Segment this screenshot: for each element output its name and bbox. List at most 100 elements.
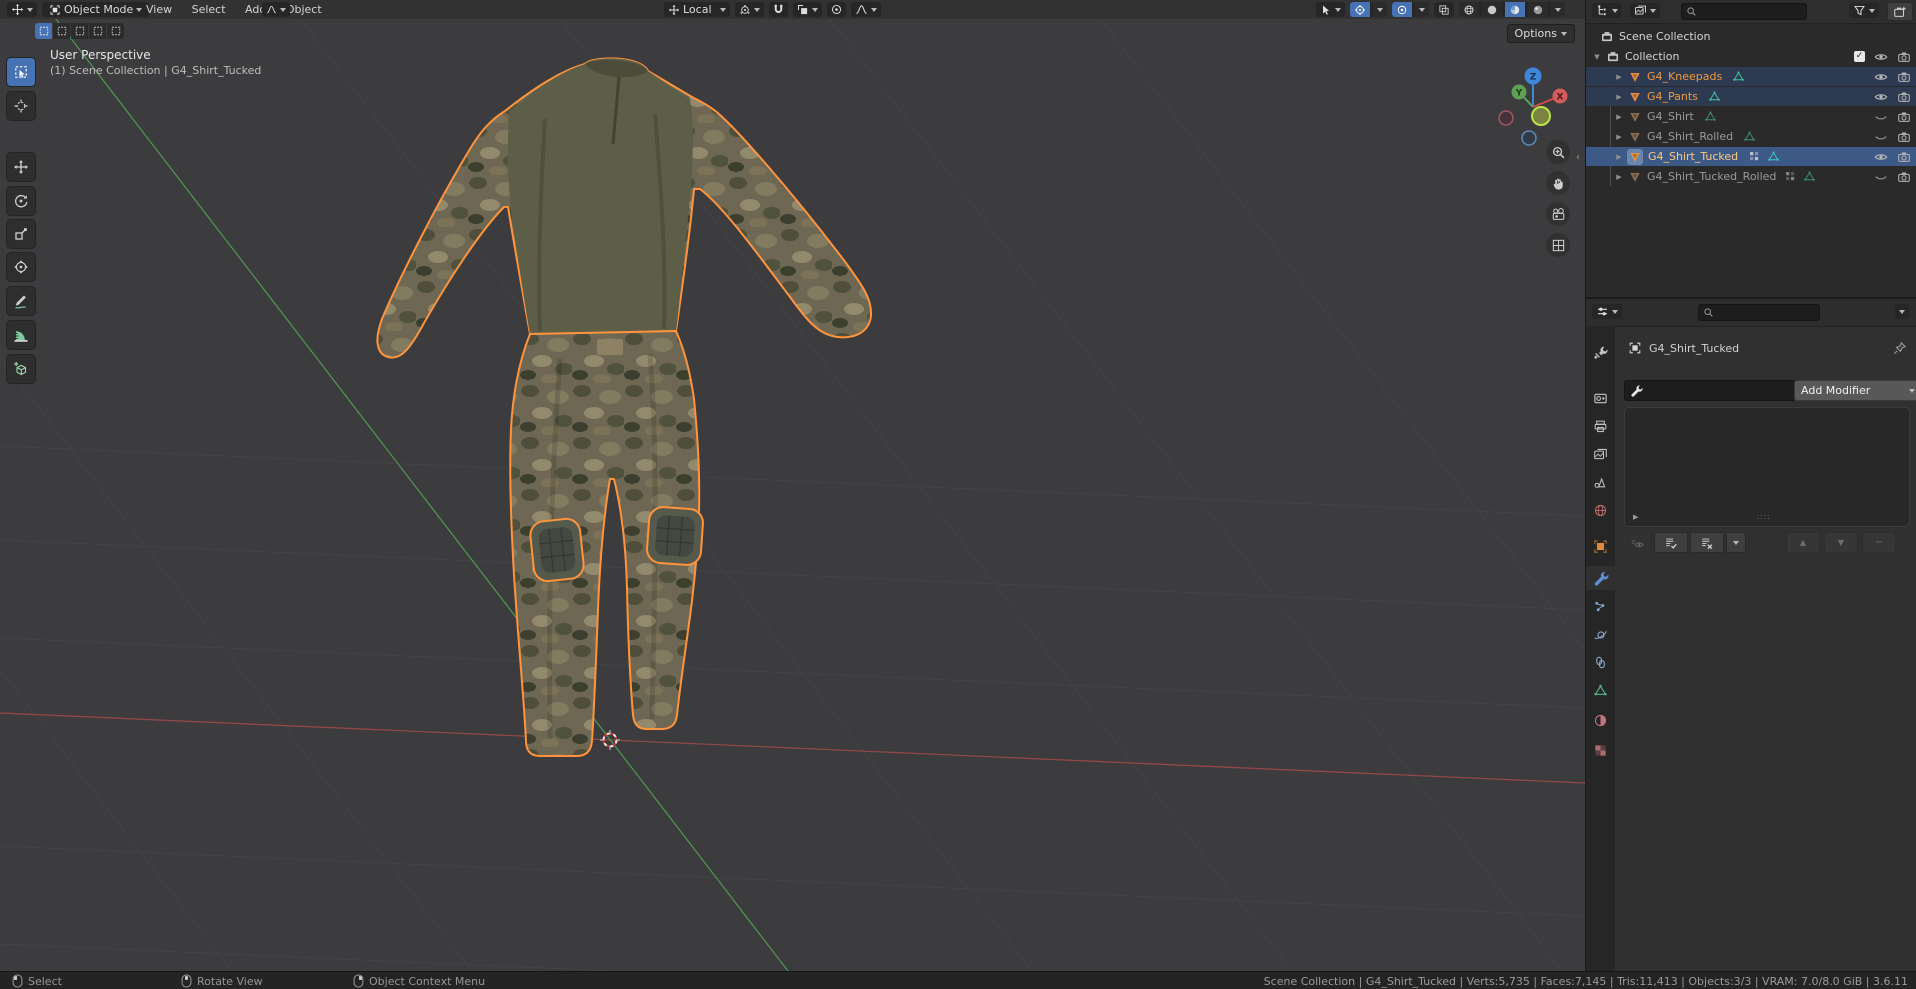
eye-icon[interactable] [1874,150,1888,164]
toggle-visibility-button[interactable] [1622,532,1652,553]
tab-object[interactable] [1586,534,1615,558]
disclosure-closed-icon[interactable]: ▶ [1614,113,1624,121]
tab-view-layer[interactable] [1586,442,1615,466]
modifier-stack-area[interactable]: ▶ ∷∷ [1624,407,1910,527]
disclosure-closed-icon[interactable]: ▶ [1614,173,1624,181]
outliner-editor-dropdown[interactable] [1592,3,1622,18]
transform-orientation-dropdown[interactable]: Local [664,2,730,17]
disclosure-closed-icon[interactable]: ▶ [1614,93,1624,101]
filter-dropdown[interactable] [1849,3,1879,18]
outliner-row-scene-collection[interactable]: Scene Collection [1586,27,1916,46]
eye-closed-icon[interactable] [1874,130,1888,144]
new-collection-button[interactable] [1887,2,1913,21]
outliner-row-collection[interactable]: ▼ Collection ✓ [1586,47,1916,66]
tab-physics[interactable] [1586,622,1615,646]
modifier-tab-strip[interactable] [1624,380,1796,401]
proportional-editing-toggle[interactable] [827,2,846,17]
enable-all-button[interactable] [1654,532,1688,553]
pan-button[interactable] [1546,171,1570,195]
camera-visibility-icon[interactable] [1897,110,1911,124]
zoom-button[interactable] [1546,140,1570,164]
properties-editor-dropdown[interactable] [1592,304,1622,319]
tab-modifiers[interactable] [1586,566,1615,590]
gizmo-neg-y[interactable] [1532,107,1550,125]
camera-visibility-icon[interactable] [1897,170,1911,184]
tab-particles[interactable] [1586,594,1615,618]
tab-tool[interactable] [1586,340,1615,364]
tab-world[interactable] [1586,498,1615,522]
move-up-button[interactable]: ▲ [1786,532,1820,553]
properties-search-input[interactable] [1698,304,1820,321]
list-options-dropdown[interactable] [1726,532,1746,553]
select-mode-subtract[interactable] [71,23,88,39]
tab-object-data[interactable] [1586,678,1615,702]
eye-icon[interactable] [1874,50,1888,64]
properties-options-dropdown[interactable] [1895,304,1909,319]
navigation-gizmo[interactable]: Z Y X [1499,68,1568,146]
tool-scale[interactable] [7,220,35,248]
eye-closed-icon[interactable] [1874,170,1888,184]
move-down-button[interactable]: ▼ [1824,532,1858,553]
shading-dropdown[interactable] [1551,2,1565,17]
tab-constraints[interactable] [1586,650,1615,674]
tool-transform[interactable] [7,253,35,281]
model-g4-shirt-tucked[interactable] [377,58,871,756]
menu-view[interactable]: View [138,0,180,19]
disclosure-open-icon[interactable]: ▼ [1592,53,1602,61]
mode-dropdown[interactable]: Object Mode [42,2,149,17]
tab-render[interactable] [1586,386,1615,410]
add-modifier-dropdown[interactable]: Add Modifier [1794,380,1916,401]
menu-select[interactable]: Select [184,0,234,19]
snap-target-dropdown[interactable] [793,2,822,17]
shading-material-button[interactable] [1505,2,1525,17]
resize-grip-icon[interactable]: ∷∷ [1757,513,1771,522]
overlays-dropdown[interactable] [1392,2,1429,17]
pin-icon[interactable] [1892,341,1907,356]
ortho-toggle-button[interactable] [1546,233,1570,257]
camera-visibility-icon[interactable] [1897,50,1911,64]
pivot-point-dropdown[interactable] [735,2,764,17]
outliner-row-g4-pants[interactable]: ▶ G4_Pants [1586,87,1916,106]
select-mode-invert[interactable] [89,23,106,39]
camera-visibility-icon[interactable] [1897,90,1911,104]
display-mode-dropdown[interactable] [1630,3,1660,18]
outliner-row-g4-kneepads[interactable]: ▶ G4_Kneepads [1586,67,1916,86]
sidebar-collapse-arrow[interactable]: ‹ [1576,152,1580,163]
eye-icon[interactable] [1874,70,1888,84]
xray-toggle[interactable] [1434,2,1454,17]
outliner-row-g4-shirt-rolled[interactable]: ▶ G4_Shirt_Rolled [1586,127,1916,146]
gizmo-neg-z[interactable] [1522,131,1536,145]
shading-wireframe-button[interactable] [1459,2,1479,17]
snap-toggle[interactable] [769,2,788,17]
tool-select-box[interactable] [7,58,35,86]
shading-rendered-button[interactable] [1528,2,1548,17]
gizmos-dropdown[interactable] [1350,2,1387,17]
select-mode-intersect[interactable] [107,23,124,39]
camera-visibility-icon[interactable] [1897,130,1911,144]
disclosure-closed-icon[interactable]: ▶ [1614,133,1624,141]
tool-measure[interactable] [7,321,35,349]
tool-settings-dropdown[interactable] [262,2,290,17]
disclosure-closed-icon[interactable]: ▶ [1614,153,1624,161]
eye-icon[interactable] [1874,90,1888,104]
tab-output[interactable] [1586,414,1615,438]
camera-visibility-icon[interactable] [1897,150,1911,164]
outliner-row-g4-shirt[interactable]: ▶ G4_Shirt [1586,107,1916,126]
falloff-dropdown[interactable] [851,2,881,17]
tool-cursor[interactable] [7,92,35,120]
editor-type-dropdown[interactable] [7,2,37,17]
collapsed-panel-arrow[interactable]: ▶ [1633,513,1638,521]
select-mode-extend[interactable] [53,23,70,39]
remove-button[interactable]: − [1862,532,1896,553]
tool-move[interactable] [7,153,35,181]
tab-texture[interactable] [1586,738,1615,762]
tool-rotate[interactable] [7,187,35,215]
tab-scene[interactable] [1586,470,1615,494]
tab-material[interactable] [1586,708,1615,732]
disable-all-button[interactable] [1690,532,1724,553]
collection-checkbox[interactable]: ✓ [1854,51,1865,62]
outliner-search-input[interactable] [1681,3,1807,20]
object-type-visibility-dropdown[interactable] [1316,2,1345,17]
gizmo-neg-x[interactable] [1499,111,1513,125]
tool-add-cube[interactable] [7,355,35,383]
